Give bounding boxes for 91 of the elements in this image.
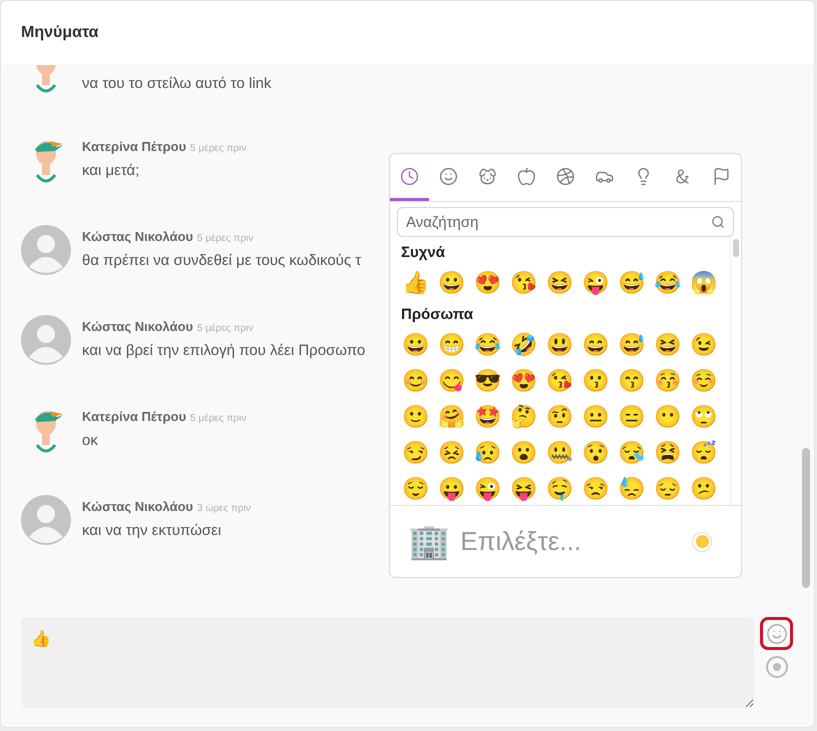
emoji-button[interactable]: 😜 bbox=[470, 472, 506, 505]
emoji-button[interactable]: 😗 bbox=[578, 364, 614, 400]
avatar-silhouette bbox=[21, 225, 71, 275]
smiley-icon bbox=[439, 166, 458, 186]
emoji-button[interactable]: 😁 bbox=[434, 328, 470, 364]
author-name: Κατερίνα Πέτρου bbox=[82, 408, 186, 426]
section-heading: Πρόσωπα bbox=[400, 304, 474, 325]
emoji-button[interactable]: 🤣 bbox=[506, 328, 542, 364]
message-time: 5 μέρες πριν bbox=[197, 232, 254, 246]
emoji-button[interactable]: 🙂 bbox=[398, 400, 434, 436]
emoji-button[interactable]: 😮 bbox=[506, 436, 542, 472]
message-text: και να βρεί την επιλογή που λέει Προσωπο bbox=[82, 340, 366, 360]
emoji-button[interactable]: 😥 bbox=[470, 436, 506, 472]
emoji-button[interactable]: 😒 bbox=[578, 472, 614, 505]
emoji-button[interactable]: 😂 bbox=[470, 328, 506, 364]
emoji-button[interactable]: 😍 bbox=[506, 364, 542, 400]
emoji-button[interactable]: 🤨 bbox=[542, 400, 578, 436]
emoji-button[interactable]: 😔 bbox=[650, 472, 686, 505]
emoji-button[interactable]: 🤗 bbox=[434, 400, 470, 436]
avatar-silhouette bbox=[21, 495, 71, 545]
emoji-button[interactable]: 😶 bbox=[650, 400, 686, 436]
emoji-button[interactable]: 😝 bbox=[506, 472, 542, 505]
apple-icon bbox=[517, 166, 536, 186]
avatar-silhouette bbox=[21, 315, 71, 365]
emoji-button[interactable]: 😉 bbox=[686, 328, 722, 364]
flag-icon bbox=[712, 166, 731, 186]
emoji-button[interactable]: 😚 bbox=[650, 364, 686, 400]
emoji-button[interactable]: 😂 bbox=[650, 266, 686, 302]
emoji-button[interactable]: 😆 bbox=[542, 266, 578, 302]
emoji-button[interactable]: 😋 bbox=[434, 364, 470, 400]
message-time: 3 ώρες πριν bbox=[197, 502, 251, 516]
emoji-button[interactable]: 😴 bbox=[686, 436, 722, 472]
emoji-button[interactable]: 😀 bbox=[434, 266, 470, 302]
emoji-button[interactable]: 😍 bbox=[470, 266, 506, 302]
emoji-button[interactable] bbox=[760, 617, 793, 650]
section-heading: Συχνά bbox=[400, 242, 446, 263]
emoji-button[interactable]: 🤔 bbox=[506, 400, 542, 436]
dog-icon bbox=[478, 166, 497, 186]
message-time: 5 μέρες πριν bbox=[190, 412, 246, 426]
emoji-button[interactable]: 👍 bbox=[398, 266, 434, 302]
emoji-button[interactable]: 😜 bbox=[578, 266, 614, 302]
emoji-button[interactable]: 🤐 bbox=[542, 436, 578, 472]
emoji-button[interactable]: 😏 bbox=[398, 436, 434, 472]
emoji-button[interactable]: 😱 bbox=[686, 266, 722, 302]
scrollbar-thumb[interactable] bbox=[802, 448, 810, 588]
emoji-button[interactable]: 😕 bbox=[686, 472, 722, 505]
emoji-button[interactable]: 😄 bbox=[578, 328, 614, 364]
emoji-button[interactable]: 😅 bbox=[614, 266, 650, 302]
emoji-button[interactable]: 😘 bbox=[506, 266, 542, 302]
author-name: Κώστας Νικολάου bbox=[82, 498, 194, 516]
emoji-button[interactable]: 😯 bbox=[578, 436, 614, 472]
emoji-button[interactable]: 🙄 bbox=[686, 400, 722, 436]
preview-emoji: 🏢 bbox=[408, 524, 450, 558]
ball-icon bbox=[556, 166, 575, 186]
author-name: Κατερίνα Πέτρου bbox=[82, 138, 186, 156]
panel-title: Μηνύματα bbox=[21, 23, 98, 43]
emoji-button[interactable]: 🤩 bbox=[470, 400, 506, 436]
emoji-button[interactable]: 😆 bbox=[650, 328, 686, 364]
message-text: και μετά; bbox=[82, 160, 140, 180]
message-text: να του το στείλω αυτό το link bbox=[82, 74, 272, 94]
emoji-button[interactable]: 🤤 bbox=[542, 472, 578, 505]
smiley-icon bbox=[766, 622, 788, 644]
emoji-button[interactable]: 😎 bbox=[470, 364, 506, 400]
emoji-button[interactable]: 😛 bbox=[434, 472, 470, 505]
emoji-button[interactable]: 😫 bbox=[650, 436, 686, 472]
emoji-button[interactable]: 😪 bbox=[614, 436, 650, 472]
search-field[interactable]: Αναζήτηση bbox=[397, 207, 734, 237]
clock-icon bbox=[400, 166, 419, 186]
message-time: 5 μέρες πριν bbox=[197, 322, 254, 336]
search-icon bbox=[711, 215, 725, 229]
emoji-button[interactable]: ☺ bbox=[686, 364, 722, 400]
emoji-button[interactable]: 😑 bbox=[614, 400, 650, 436]
emoji-button[interactable]: 😐 bbox=[578, 400, 614, 436]
emoji-button[interactable]: 😌 bbox=[398, 472, 434, 505]
author-name: Κώστας Νικολάου bbox=[82, 318, 194, 336]
scrollbar-thumb[interactable] bbox=[733, 239, 739, 257]
emoji-button[interactable]: 😓 bbox=[614, 472, 650, 505]
author-name: Κώστας Νικολάου bbox=[82, 228, 194, 246]
emoji-button[interactable]: 😀 bbox=[398, 328, 434, 364]
emoji-button[interactable]: 😙 bbox=[614, 364, 650, 400]
emoji-button[interactable]: 😃 bbox=[542, 328, 578, 364]
emoji-button[interactable]: 😊 bbox=[398, 364, 434, 400]
message-time: 5 μέρες πριν bbox=[190, 142, 246, 156]
preview-text: Επιλέξτε... bbox=[460, 525, 582, 558]
message-text: οκ bbox=[82, 430, 99, 450]
message-text: θα πρέπει να συνδεθεί με τους κωδικούς τ bbox=[82, 250, 362, 270]
emoji-button[interactable]: 😅 bbox=[614, 328, 650, 364]
emoji-button[interactable]: 😣 bbox=[434, 436, 470, 472]
emoji-button[interactable]: 😘 bbox=[542, 364, 578, 400]
message-text: και να την εκτυπώσει bbox=[82, 520, 222, 540]
message-input[interactable]: 👍 bbox=[21, 617, 754, 708]
